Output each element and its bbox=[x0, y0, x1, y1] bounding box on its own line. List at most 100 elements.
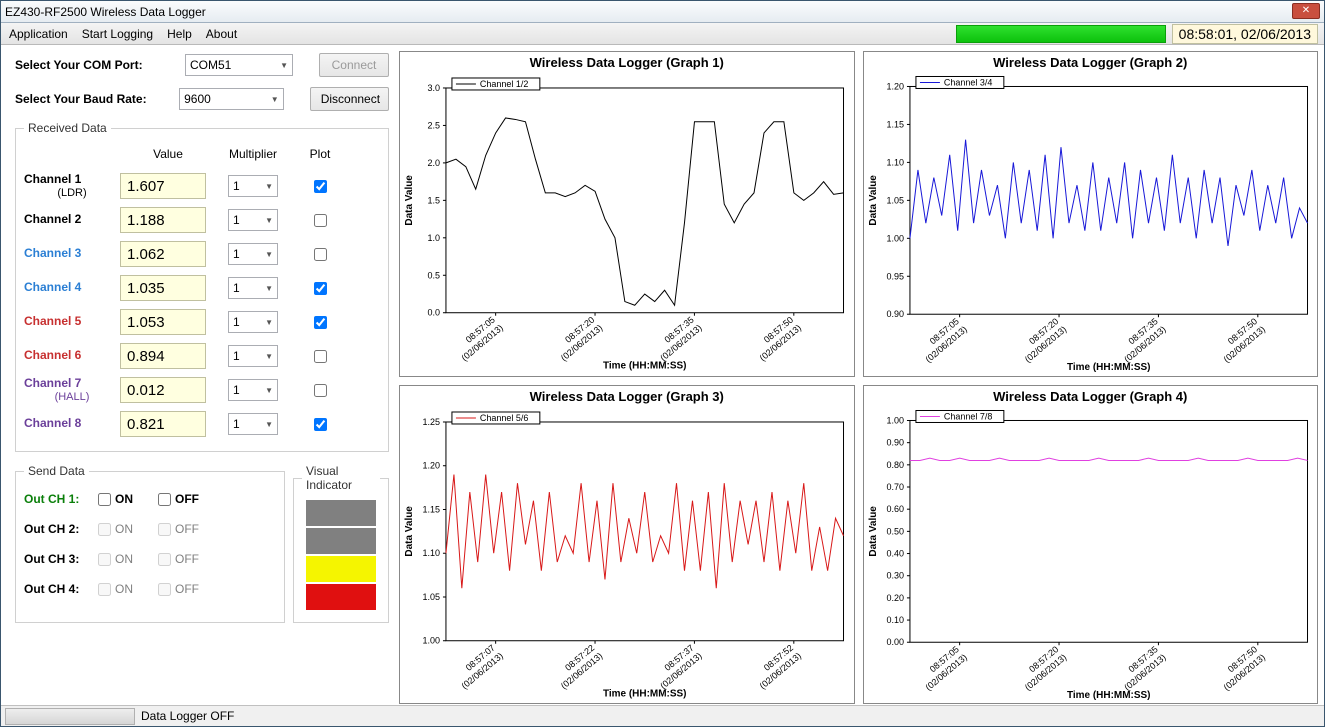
channel-2-plot-checkbox[interactable] bbox=[314, 214, 327, 227]
channel-5-label: Channel 5 bbox=[24, 315, 120, 328]
chart-3-title: Wireless Data Logger (Graph 3) bbox=[400, 386, 854, 407]
svg-text:1.25: 1.25 bbox=[422, 417, 440, 427]
channel-8-label: Channel 8 bbox=[24, 417, 120, 430]
svg-text:0.10: 0.10 bbox=[886, 615, 904, 625]
header-value: Value bbox=[120, 147, 216, 161]
baud-rate-select[interactable]: 9600 ▼ bbox=[179, 88, 284, 110]
channel-2-label: Channel 2 bbox=[24, 213, 120, 226]
channel-3-plot-checkbox[interactable] bbox=[314, 248, 327, 261]
out-channel-row-2: Out CH 2:ONOFF bbox=[24, 514, 276, 544]
out-channel-row-4: Out CH 4:ONOFF bbox=[24, 574, 276, 604]
visual-indicator-1 bbox=[306, 500, 376, 526]
com-port-value: COM51 bbox=[190, 58, 231, 72]
svg-text:Time (HH:MM:SS): Time (HH:MM:SS) bbox=[603, 361, 686, 372]
svg-text:Time (HH:MM:SS): Time (HH:MM:SS) bbox=[1067, 362, 1150, 373]
channel-6-multiplier[interactable]: 1▼ bbox=[228, 345, 278, 367]
svg-text:1.20: 1.20 bbox=[422, 460, 440, 470]
statusbar-text: Data Logger OFF bbox=[141, 709, 234, 723]
channel-4-value: 1.035 bbox=[120, 275, 206, 301]
com-port-select[interactable]: COM51 ▼ bbox=[185, 54, 293, 76]
channel-3-value: 1.062 bbox=[120, 241, 206, 267]
svg-text:1.05: 1.05 bbox=[886, 195, 904, 205]
menu-start-logging[interactable]: Start Logging bbox=[82, 27, 153, 41]
svg-text:1.05: 1.05 bbox=[422, 592, 440, 602]
svg-text:Channel 3/4: Channel 3/4 bbox=[943, 77, 991, 87]
channel-5-plot-checkbox[interactable] bbox=[314, 316, 327, 329]
svg-text:0.60: 0.60 bbox=[886, 504, 904, 514]
out-channel-2-label: Out CH 2: bbox=[24, 522, 98, 536]
out-channel-3-on: ON bbox=[98, 552, 158, 566]
svg-text:Data Value: Data Value bbox=[867, 505, 878, 556]
header-multiplier: Multiplier bbox=[216, 147, 290, 161]
channel-1-multiplier[interactable]: 1▼ bbox=[228, 175, 278, 197]
out-channel-1-on[interactable]: ON bbox=[98, 492, 158, 506]
out-channel-1-off[interactable]: OFF bbox=[158, 492, 218, 506]
close-icon[interactable]: ✕ bbox=[1292, 3, 1320, 19]
channel-7-label: Channel 7(HALL) bbox=[24, 377, 120, 402]
channel-3-multiplier[interactable]: 1▼ bbox=[228, 243, 278, 265]
menu-application[interactable]: Application bbox=[9, 27, 68, 41]
channel-6-plot-checkbox[interactable] bbox=[314, 350, 327, 363]
visual-indicator-group: Visual Indicator bbox=[293, 464, 389, 623]
channel-row-5: Channel 51.053 1▼ bbox=[24, 305, 380, 339]
channel-8-value: 0.821 bbox=[120, 411, 206, 437]
svg-text:0.50: 0.50 bbox=[886, 526, 904, 536]
svg-text:Channel 7/8: Channel 7/8 bbox=[943, 411, 991, 421]
svg-text:1.10: 1.10 bbox=[886, 157, 904, 167]
channel-row-4: Channel 41.035 1▼ bbox=[24, 271, 380, 305]
svg-text:Channel 1/2: Channel 1/2 bbox=[480, 79, 528, 89]
out-channel-row-1: Out CH 1:ONOFF bbox=[24, 484, 276, 514]
channel-1-plot-checkbox[interactable] bbox=[314, 180, 327, 193]
com-port-label: Select Your COM Port: bbox=[15, 58, 185, 72]
svg-text:0.00: 0.00 bbox=[886, 637, 904, 647]
svg-text:Data Value: Data Value bbox=[867, 175, 878, 226]
svg-text:Channel 5/6: Channel 5/6 bbox=[480, 413, 528, 423]
received-data-legend: Received Data bbox=[24, 121, 111, 135]
svg-text:1.00: 1.00 bbox=[886, 415, 904, 425]
chart-2: Wireless Data Logger (Graph 2)0.900.951.… bbox=[863, 51, 1319, 377]
channel-row-6: Channel 60.8941▼ bbox=[24, 339, 380, 373]
channel-4-multiplier[interactable]: 1▼ bbox=[228, 277, 278, 299]
svg-text:1.00: 1.00 bbox=[422, 635, 440, 645]
out-channel-1-label: Out CH 1: bbox=[24, 492, 98, 506]
svg-text:Time (HH:MM:SS): Time (HH:MM:SS) bbox=[1067, 690, 1150, 701]
out-channel-3-label: Out CH 3: bbox=[24, 552, 98, 566]
baud-rate-label: Select Your Baud Rate: bbox=[15, 92, 179, 106]
svg-text:Data Value: Data Value bbox=[404, 505, 415, 556]
out-channel-4-label: Out CH 4: bbox=[24, 582, 98, 596]
svg-text:3.0: 3.0 bbox=[427, 83, 440, 93]
channel-8-multiplier[interactable]: 1▼ bbox=[228, 413, 278, 435]
chart-1: Wireless Data Logger (Graph 1)0.00.51.01… bbox=[399, 51, 855, 377]
channel-2-multiplier[interactable]: 1▼ bbox=[228, 209, 278, 231]
channel-row-8: Channel 80.821 1▼ bbox=[24, 407, 380, 441]
svg-text:0.70: 0.70 bbox=[886, 482, 904, 492]
disconnect-button[interactable]: Disconnect bbox=[310, 87, 389, 111]
window-title: EZ430-RF2500 Wireless Data Logger bbox=[5, 5, 206, 19]
svg-text:0.95: 0.95 bbox=[886, 271, 904, 281]
visual-indicator-3 bbox=[306, 556, 376, 582]
svg-text:0.90: 0.90 bbox=[886, 437, 904, 447]
channel-4-label: Channel 4 bbox=[24, 281, 120, 294]
visual-indicator-2 bbox=[306, 528, 376, 554]
menu-about[interactable]: About bbox=[206, 27, 237, 41]
svg-text:2.0: 2.0 bbox=[427, 158, 440, 168]
charts-panel: Wireless Data Logger (Graph 1)0.00.51.01… bbox=[399, 45, 1324, 705]
chevron-down-icon: ▼ bbox=[271, 95, 279, 104]
chart-3: Wireless Data Logger (Graph 3) 1.00 1.05 1.… bbox=[399, 385, 855, 705]
channel-5-multiplier[interactable]: 1▼ bbox=[228, 311, 278, 333]
chart-1-title: Wireless Data Logger (Graph 1) bbox=[400, 52, 854, 73]
channel-7-plot-checkbox[interactable] bbox=[314, 384, 327, 397]
channel-5-value: 1.053 bbox=[120, 309, 206, 335]
menu-help[interactable]: Help bbox=[167, 27, 192, 41]
svg-text:0.30: 0.30 bbox=[886, 570, 904, 580]
connect-button[interactable]: Connect bbox=[319, 53, 389, 77]
channel-8-plot-checkbox[interactable] bbox=[314, 418, 327, 431]
send-data-legend: Send Data bbox=[24, 464, 89, 478]
chevron-down-icon: ▼ bbox=[280, 61, 288, 70]
channel-4-plot-checkbox[interactable] bbox=[314, 282, 327, 295]
svg-text:1.15: 1.15 bbox=[886, 119, 904, 129]
out-channel-2-on: ON bbox=[98, 522, 158, 536]
channel-6-label: Channel 6 bbox=[24, 349, 120, 362]
chart-4: Wireless Data Logger (Graph 4)0.000.100.… bbox=[863, 385, 1319, 705]
channel-7-multiplier[interactable]: 1▼ bbox=[228, 379, 278, 401]
